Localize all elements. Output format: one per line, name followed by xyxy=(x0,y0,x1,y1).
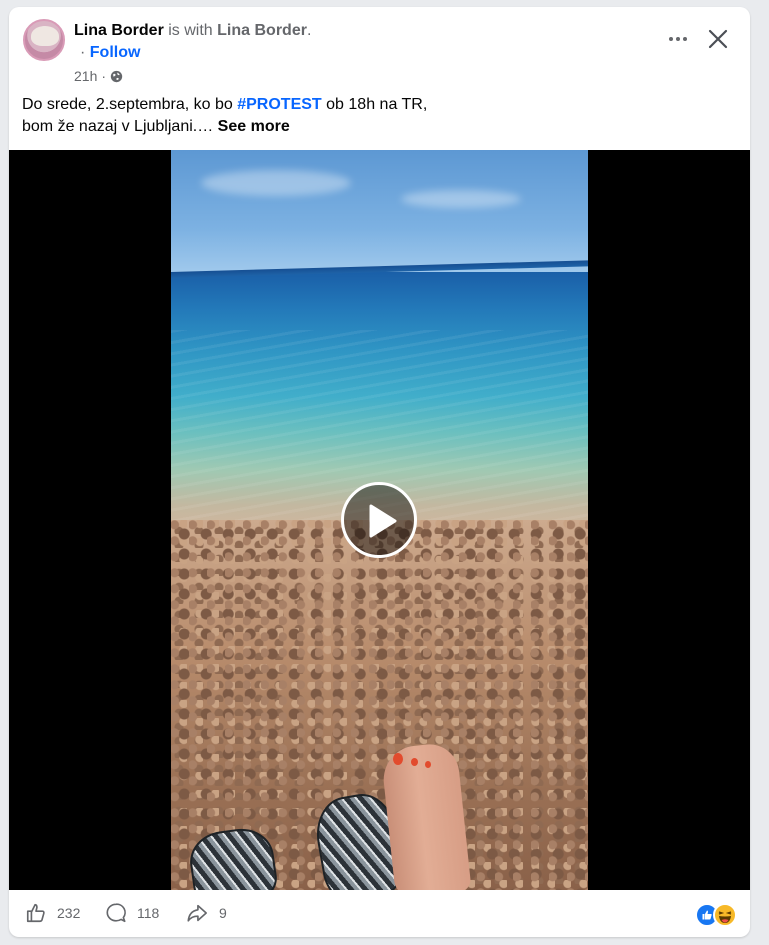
haha-icon xyxy=(713,903,737,927)
avatar-image xyxy=(31,26,59,46)
thumbs-up-icon xyxy=(26,903,45,923)
close-icon[interactable] xyxy=(706,27,730,51)
more-options-icon-dot xyxy=(683,37,687,41)
see-more-link[interactable]: See more xyxy=(218,118,290,135)
post-text-part2: ob 18h na TR, xyxy=(326,96,428,113)
follow-line: · Follow xyxy=(80,44,140,62)
more-options-button[interactable] xyxy=(664,29,692,49)
more-options-icon-dot xyxy=(676,37,680,41)
tagged-suffix: . xyxy=(306,22,312,39)
author-line: Lina Border is with Lina Border. xyxy=(74,22,311,40)
author-name-link[interactable]: Lina Border xyxy=(74,22,164,39)
author-avatar[interactable] xyxy=(23,19,65,61)
post-text-part1: Do srede, 2.septembra, ko bo xyxy=(22,96,233,113)
more-options-icon-dot xyxy=(669,37,673,41)
toe-nail xyxy=(393,753,403,765)
cloud-shape xyxy=(401,190,521,208)
play-icon xyxy=(369,504,397,538)
post-footer: 232 118 9 xyxy=(9,890,750,937)
post-card: Lina Border is with Lina Border. · Follo… xyxy=(9,7,750,937)
comment-count: 118 xyxy=(137,905,160,921)
play-button[interactable] xyxy=(341,482,417,558)
post-timestamp[interactable]: 21h xyxy=(74,68,97,84)
share-count: 9 xyxy=(219,905,227,921)
toe-nail xyxy=(425,761,431,768)
post-meta: 21h · xyxy=(74,68,123,84)
cloud-shape xyxy=(201,170,351,196)
tagged-name-link[interactable]: Lina Border xyxy=(217,22,307,39)
follow-button[interactable]: Follow xyxy=(90,44,141,61)
with-text: is with xyxy=(168,22,213,39)
post-text-line2: bom že nazaj v Ljubljani.… xyxy=(22,118,214,135)
post-text: Do srede, 2.septembra, ko bo #PROTEST ob… xyxy=(22,94,722,138)
meta-separator: · xyxy=(101,68,107,84)
like-button[interactable]: 232 xyxy=(25,902,80,924)
globe-icon[interactable] xyxy=(110,70,123,83)
video-sky xyxy=(171,150,588,280)
video-player[interactable] xyxy=(9,150,750,890)
follow-separator: · xyxy=(80,44,86,61)
comment-icon xyxy=(106,903,126,923)
share-icon xyxy=(187,904,207,922)
toe-nail xyxy=(411,758,418,766)
hashtag-link[interactable]: #PROTEST xyxy=(237,96,321,113)
like-count: 232 xyxy=(57,905,81,921)
share-button[interactable]: 9 xyxy=(185,902,227,924)
comment-button[interactable]: 118 xyxy=(105,902,159,924)
reaction-summary[interactable] xyxy=(695,902,737,927)
